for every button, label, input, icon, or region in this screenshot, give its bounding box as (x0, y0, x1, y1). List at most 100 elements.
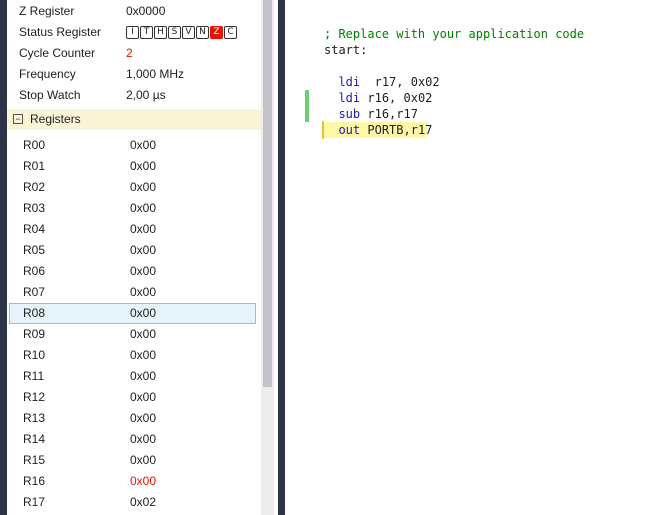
status-flag[interactable]: I (126, 26, 139, 39)
instruction-operands: r17, 0x02 (360, 75, 440, 89)
status-flag[interactable]: N (196, 26, 209, 39)
code-editor[interactable]: ; Replace with your application code star… (310, 0, 648, 515)
instruction-mnemonic: out (338, 123, 361, 137)
register-name: R14 (23, 432, 46, 446)
register-name: R08 (23, 306, 46, 320)
property-label: Cycle Counter (19, 46, 96, 60)
register-value[interactable]: 0x00 (130, 306, 156, 320)
registers-group-header[interactable]: − Registers (7, 109, 261, 130)
property-label: Status Register (19, 25, 102, 39)
register-row[interactable]: R02 0x00 (9, 177, 256, 198)
register-value[interactable]: 0x00 (130, 390, 156, 404)
property-label: Stop Watch (19, 88, 81, 102)
code-label: start: (324, 43, 368, 57)
register-row[interactable]: R16 0x00 (9, 471, 256, 492)
change-marker (305, 90, 309, 106)
register-row[interactable]: R11 0x00 (9, 366, 256, 387)
register-value[interactable]: 0x00 (130, 474, 156, 488)
status-flag[interactable]: Z (210, 26, 223, 39)
register-name: R04 (23, 222, 46, 236)
register-row[interactable]: R04 0x00 (9, 219, 256, 240)
register-value[interactable]: 0x00 (130, 138, 156, 152)
left-window-edge (0, 0, 7, 515)
register-row[interactable]: R00 0x00 (9, 135, 256, 156)
register-row[interactable]: R13 0x00 (9, 408, 256, 429)
property-label: Z Register (19, 4, 75, 18)
register-value[interactable]: 0x00 (130, 453, 156, 467)
register-value[interactable]: 0x00 (130, 159, 156, 173)
property-row: Cycle Counter 2 (7, 43, 261, 64)
property-row: Frequency 1,000 MHz (7, 64, 261, 85)
register-value[interactable]: 0x00 (130, 201, 156, 215)
code-line[interactable]: ; Replace with your application code (324, 26, 584, 42)
register-name: R03 (23, 201, 46, 215)
property-row: Z Register 0x0000 (7, 1, 261, 22)
status-flag[interactable]: H (154, 26, 167, 39)
instruction-operands: PORTB,r17 (360, 123, 433, 137)
register-row[interactable]: R03 0x00 (9, 198, 256, 219)
code-line[interactable]: sub r16,r17 (324, 106, 418, 122)
instruction-operands: r16,r17 (360, 107, 418, 121)
panel-scrollbar-thumb[interactable] (263, 0, 272, 387)
register-value[interactable]: 0x00 (130, 264, 156, 278)
register-value[interactable]: 0x00 (130, 432, 156, 446)
property-label: Frequency (19, 67, 76, 81)
register-name: R01 (23, 159, 46, 173)
register-name: R10 (23, 348, 46, 362)
register-name: R15 (23, 453, 46, 467)
register-value[interactable]: 0x00 (130, 180, 156, 194)
register-row[interactable]: R09 0x00 (9, 324, 256, 345)
register-value[interactable]: 0x00 (130, 369, 156, 383)
change-marker (305, 106, 309, 122)
register-row[interactable]: R06 0x00 (9, 261, 256, 282)
register-name: R07 (23, 285, 46, 299)
register-value[interactable]: 0x00 (130, 285, 156, 299)
register-name: R00 (23, 138, 46, 152)
instruction-operands: r16, 0x02 (360, 91, 433, 105)
instruction-mnemonic: ldi (338, 91, 361, 105)
status-flag[interactable]: C (224, 26, 237, 39)
register-row[interactable]: R10 0x00 (9, 345, 256, 366)
editor-left-border (278, 0, 285, 515)
register-value[interactable]: 0x00 (130, 348, 156, 362)
register-row[interactable]: R17 0x02 (9, 492, 256, 513)
register-row[interactable]: R15 0x00 (9, 450, 256, 471)
property-row: Status Register I T H S V N Z C (7, 22, 261, 43)
register-name: R09 (23, 327, 46, 341)
register-name: R06 (23, 264, 46, 278)
register-row[interactable]: R07 0x00 (9, 282, 256, 303)
status-flag[interactable]: V (182, 26, 195, 39)
status-flag[interactable]: T (140, 26, 153, 39)
property-value: 2,00 µs (126, 88, 166, 102)
register-value[interactable]: 0x02 (130, 495, 156, 509)
code-line[interactable]: start: (324, 42, 367, 58)
register-name: R17 (23, 495, 46, 509)
processor-status-panel: Z Register 0x0000 Status Register I T H S V N Z C C… (7, 0, 261, 515)
instruction-mnemonic: sub (338, 107, 361, 121)
property-value: 0x0000 (126, 4, 166, 18)
register-value[interactable]: 0x00 (130, 327, 156, 341)
register-row[interactable]: R14 0x00 (9, 429, 256, 450)
registers-group-label: Registers (30, 112, 81, 126)
collapse-icon[interactable]: − (13, 114, 23, 124)
code-line[interactable]: ldi r17, 0x02 (324, 74, 440, 90)
register-row[interactable]: R12 0x00 (9, 387, 256, 408)
register-value[interactable]: 0x00 (130, 243, 156, 257)
register-value[interactable]: 0x00 (130, 222, 156, 236)
register-row[interactable]: R05 0x00 (9, 240, 256, 261)
status-register-flags: ITHSVNZC (126, 26, 237, 39)
code-line[interactable]: out PORTB,r17 (324, 122, 432, 138)
code-line[interactable]: ldi r16, 0x02 (324, 90, 432, 106)
status-flag[interactable]: S (168, 26, 181, 39)
register-name: R12 (23, 390, 46, 404)
register-name: R11 (23, 369, 45, 383)
property-row: Stop Watch 2,00 µs (7, 85, 261, 106)
instruction-mnemonic: ldi (338, 75, 361, 89)
editor-glyph-margin[interactable] (285, 0, 585, 515)
register-value[interactable]: 0x00 (130, 411, 156, 425)
register-row[interactable]: R01 0x00 (9, 156, 256, 177)
register-row[interactable]: R08 0x00 (9, 303, 256, 324)
